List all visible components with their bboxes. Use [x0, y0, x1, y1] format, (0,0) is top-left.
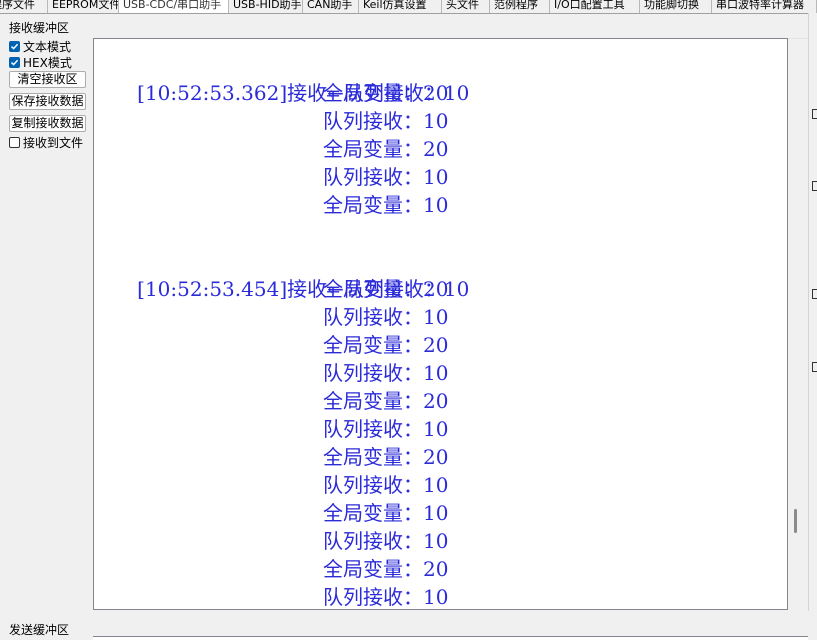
send-buffer-label: 发送缓冲区 — [9, 623, 70, 637]
receive-to-file-checkbox[interactable]: 接收到文件 — [9, 135, 84, 150]
tab-program-file[interactable]: 程序文件 — [0, 0, 48, 13]
groupbox-edge-mark — [812, 289, 817, 299]
log-text: 队列接收：10 — [323, 473, 449, 497]
log-line: [10:52:53.454]接收←队列接收：10 — [99, 247, 469, 301]
tab-usb-hid[interactable]: USB-HID助手 — [229, 0, 303, 13]
checkbox-checked-icon — [9, 40, 20, 52]
log-timestamp: [10:52:53.454] — [137, 277, 288, 301]
log-text: 全局变量：20 — [323, 81, 449, 105]
tab-io-config[interactable]: I/O口配置工具 — [550, 0, 640, 13]
tab-baud-calculator[interactable]: 串口波特率计算器 — [712, 0, 817, 13]
checkbox-checked-icon — [9, 56, 20, 68]
log-text: 队列接收：10 — [323, 361, 449, 385]
log-text: 全局变量：20 — [323, 557, 449, 581]
log-text: 队列接收：10 — [323, 417, 449, 441]
tab-header-file[interactable]: 头文件 — [442, 0, 490, 13]
log-text: 全局变量：10 — [323, 501, 449, 525]
log-text: 队列接收：10 — [323, 165, 449, 189]
send-text-area[interactable] — [93, 636, 808, 640]
log-line: [10:52:53.362]接收←队列接收：10 — [99, 51, 469, 105]
tab-keil-settings[interactable]: Keil仿真设置 — [359, 0, 442, 13]
scrollbar-thumb[interactable] — [794, 509, 797, 533]
log-text: 全局变量：20 — [323, 389, 449, 413]
tab-pin-switch[interactable]: 功能脚切换 — [640, 0, 712, 13]
log-text: 全局变量：20 — [323, 445, 449, 469]
log-text: 全局变量：20 — [323, 137, 449, 161]
log-text: 全局变量：20 — [323, 277, 449, 301]
text-mode-checkbox[interactable]: 文本模式 — [9, 39, 72, 54]
log-text: 队列接收：10 — [323, 585, 449, 609]
tab-can[interactable]: CAN助手 — [303, 0, 359, 13]
serial-assistant-window: 程序文件EEPROM文件USB-CDC/串口助手USB-HID助手CAN助手Ke… — [0, 0, 817, 640]
tab-examples[interactable]: 范例程序 — [490, 0, 550, 13]
text-mode-label: 文本模式 — [23, 39, 72, 54]
save-receive-button[interactable]: 保存接收数据 — [9, 93, 86, 110]
copy-receive-button[interactable]: 复制接收数据 — [9, 115, 86, 132]
clear-receive-button[interactable]: 清空接收区 — [9, 71, 86, 88]
checkbox-unchecked-icon — [9, 136, 20, 148]
tab-usb-cdc-serial[interactable]: USB-CDC/串口助手 — [119, 0, 229, 13]
receive-vertical-scrollbar[interactable] — [788, 38, 808, 610]
log-text: 全局变量：20 — [323, 333, 449, 357]
groupbox-edge-mark — [812, 109, 817, 119]
receive-to-file-label: 接收到文件 — [23, 135, 84, 150]
log-text: 队列接收：10 — [323, 109, 449, 133]
log-timestamp: [10:52:53.362] — [137, 81, 288, 105]
groupbox-edge-mark — [812, 362, 817, 372]
log-text: 队列接收：10 — [323, 529, 449, 553]
receive-buffer-label: 接收缓冲区 — [9, 21, 70, 35]
right-options-panel — [808, 13, 817, 611]
hex-mode-label: HEX模式 — [23, 55, 72, 70]
receive-text-area[interactable]: [10:52:53.362]接收←队列接收：10 全局变量：20 队列接收：10… — [93, 38, 788, 610]
groupbox-edge-mark — [812, 181, 817, 191]
tab-eeprom-file[interactable]: EEPROM文件 — [48, 0, 119, 13]
log-text: 队列接收：10 — [323, 305, 449, 329]
tab-bar: 程序文件EEPROM文件USB-CDC/串口助手USB-HID助手CAN助手Ke… — [0, 0, 817, 14]
log-text: 全局变量：10 — [323, 193, 449, 217]
hex-mode-checkbox[interactable]: HEX模式 — [9, 55, 72, 70]
